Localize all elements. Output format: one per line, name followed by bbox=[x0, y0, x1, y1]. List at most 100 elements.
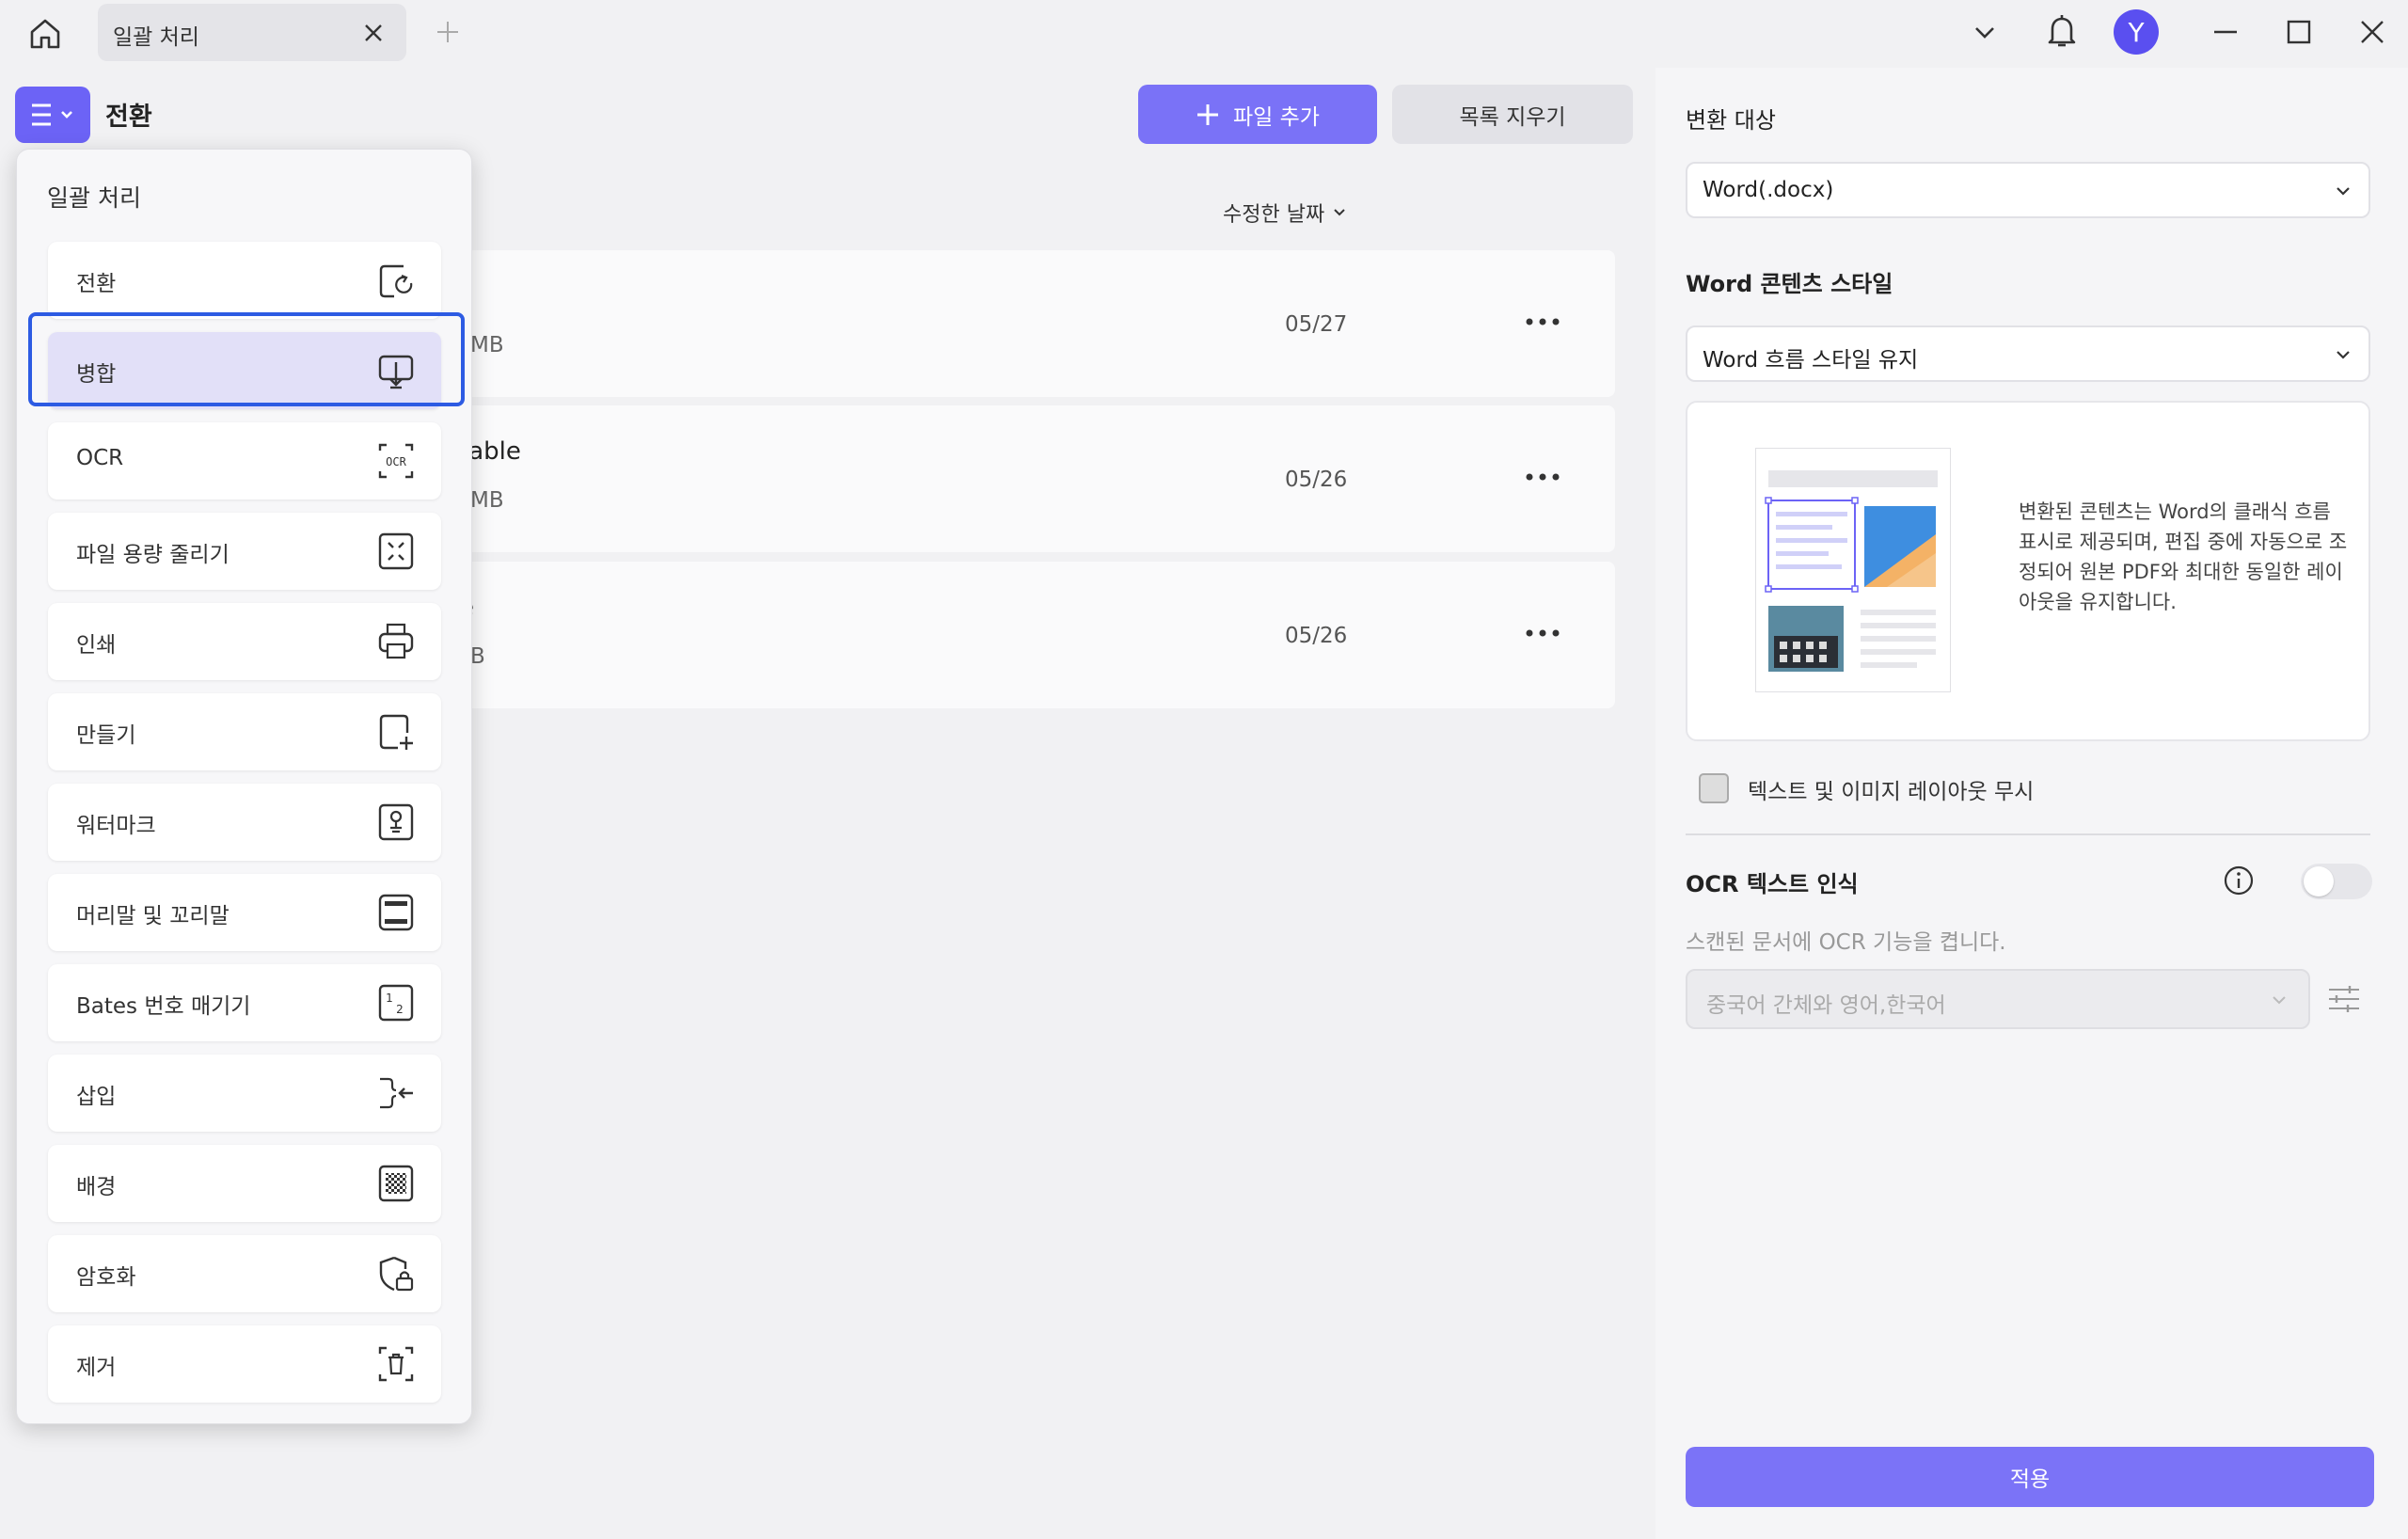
file-size: MB bbox=[470, 333, 504, 357]
header-footer-icon bbox=[378, 894, 414, 931]
tab-batch-processing[interactable]: 일괄 처리 bbox=[98, 4, 406, 61]
home-icon[interactable] bbox=[21, 11, 70, 56]
menu-toggle-button[interactable] bbox=[15, 87, 90, 143]
encrypt-icon bbox=[379, 1256, 414, 1292]
menu-item-label: 인쇄 bbox=[76, 633, 117, 658]
menu-item-label: OCR bbox=[76, 446, 124, 470]
chevron-down-icon bbox=[2337, 187, 2350, 196]
page-title: 전환 bbox=[105, 103, 152, 132]
apply-button[interactable]: 적용 bbox=[1686, 1447, 2374, 1507]
menu-item-label: Bates 번호 매기기 bbox=[76, 994, 251, 1019]
tab-label: 일괄 처리 bbox=[113, 25, 199, 50]
svg-text:OCR: OCR bbox=[386, 455, 406, 468]
menu-heading: 일괄 처리 bbox=[47, 184, 141, 212]
file-date: 05/27 bbox=[1285, 312, 1348, 337]
ocr-language-value: 중국어 간체와 영어,한국어 bbox=[1706, 993, 1946, 1018]
menu-item-background[interactable]: 배경 bbox=[48, 1145, 441, 1222]
svg-text:2: 2 bbox=[396, 1003, 404, 1016]
target-format-select[interactable]: Word(.docx) bbox=[1686, 162, 2370, 218]
menu-item-ocr[interactable]: OCR OCR bbox=[48, 422, 441, 500]
menu-item-insert[interactable]: 삽입 bbox=[48, 1055, 441, 1132]
ignore-layout-checkbox[interactable] bbox=[1699, 773, 1729, 803]
menu-item-print[interactable]: 인쇄 bbox=[48, 603, 441, 680]
remove-icon bbox=[378, 1346, 414, 1382]
add-file-button[interactable]: 파일 추가 bbox=[1138, 85, 1377, 144]
close-tab-icon[interactable] bbox=[361, 21, 386, 45]
file-size: B bbox=[470, 644, 485, 669]
word-style-select[interactable]: Word 흐름 스타일 유지 bbox=[1686, 325, 2370, 382]
svg-text:1: 1 bbox=[386, 992, 393, 1005]
more-options-icon[interactable] bbox=[1520, 622, 1565, 644]
menu-item-convert[interactable]: 전환 bbox=[48, 242, 441, 319]
menu-item-label: 삽입 bbox=[76, 1085, 117, 1109]
menu-item-label: 암호화 bbox=[76, 1265, 136, 1290]
menu-item-label: 만들기 bbox=[76, 723, 136, 748]
file-size: MB bbox=[470, 488, 504, 513]
clear-list-button[interactable]: 목록 지우기 bbox=[1392, 85, 1633, 144]
menu-item-remove[interactable]: 제거 bbox=[48, 1325, 441, 1403]
chevron-down-icon bbox=[1334, 209, 1345, 216]
menu-item-create[interactable]: 만들기 bbox=[48, 693, 441, 770]
menu-item-header-footer[interactable]: 머리말 및 꼬리말 bbox=[48, 874, 441, 951]
sliders-icon[interactable] bbox=[2325, 980, 2363, 1018]
apply-label: 적용 bbox=[2009, 1468, 2051, 1492]
menu-item-label: 배경 bbox=[76, 1175, 117, 1199]
chevron-down-icon bbox=[2273, 996, 2286, 1005]
file-date: 05/26 bbox=[1285, 624, 1348, 648]
info-icon[interactable] bbox=[2222, 864, 2256, 897]
compress-icon bbox=[378, 532, 414, 570]
bates-icon: 12 bbox=[378, 984, 414, 1022]
chevron-down-icon bbox=[2337, 351, 2350, 359]
add-tab-icon[interactable] bbox=[431, 15, 465, 49]
target-format-value: Word(.docx) bbox=[1703, 178, 1834, 202]
ocr-icon: OCR bbox=[378, 443, 414, 479]
divider bbox=[1686, 833, 2370, 835]
menu-item-label: 워터마크 bbox=[76, 814, 156, 838]
ocr-toggle[interactable] bbox=[2301, 864, 2372, 899]
word-style-value: Word 흐름 스타일 유지 bbox=[1703, 348, 1919, 373]
sort-by-modified-date[interactable]: 수정한 날짜 bbox=[1223, 198, 1347, 228]
add-file-label: 파일 추가 bbox=[1233, 104, 1320, 130]
file-row[interactable]: . MB 05/27 bbox=[452, 250, 1615, 397]
menu-item-label: 전환 bbox=[76, 272, 117, 296]
convert-icon bbox=[379, 264, 413, 298]
target-format-label: 변환 대상 bbox=[1686, 107, 1776, 134]
background-icon bbox=[378, 1165, 414, 1202]
plus-icon bbox=[1197, 103, 1219, 125]
settings-panel: 변환 대상 Word(.docx) Word 콘텐츠 스타일 Word 흐름 스… bbox=[1656, 68, 2408, 1539]
selected-item-highlight bbox=[28, 312, 465, 406]
more-options-icon[interactable] bbox=[1520, 466, 1565, 488]
minimize-icon[interactable] bbox=[2207, 13, 2244, 51]
title-bar: 일괄 처리 Y bbox=[0, 0, 2408, 68]
menu-item-watermark[interactable]: 워터마크 bbox=[48, 784, 441, 861]
ocr-description: 스캔된 문서에 OCR 기능을 켭니다. bbox=[1686, 930, 2006, 955]
menu-item-label: 파일 용량 줄리기 bbox=[76, 543, 230, 567]
document-preview-illustration bbox=[1755, 448, 1951, 692]
menu-item-label: 머리말 및 꼬리말 bbox=[76, 904, 230, 928]
toggle-knob bbox=[2304, 866, 2334, 896]
ocr-title: OCR 텍스트 인식 bbox=[1686, 871, 1859, 897]
more-options-icon[interactable] bbox=[1520, 310, 1565, 333]
avatar[interactable]: Y bbox=[2114, 9, 2159, 55]
clear-list-label: 목록 지우기 bbox=[1459, 104, 1566, 130]
maximize-icon[interactable] bbox=[2280, 13, 2318, 51]
file-date: 05/26 bbox=[1285, 468, 1348, 492]
sort-label: 수정한 날짜 bbox=[1223, 203, 1325, 227]
print-icon bbox=[378, 623, 414, 659]
style-preview: 변환된 콘텐츠는 Word의 클래식 흐름 표시로 제공되며, 편집 중에 자동… bbox=[1686, 401, 2370, 741]
bell-icon[interactable] bbox=[2039, 9, 2084, 55]
menu-item-label: 제거 bbox=[76, 1356, 117, 1380]
ocr-language-select[interactable]: 중국어 간체와 영어,한국어 bbox=[1686, 969, 2310, 1029]
ignore-layout-label: 텍스트 및 이미지 레이아웃 무시 bbox=[1748, 780, 2035, 804]
create-icon bbox=[379, 714, 413, 750]
insert-icon bbox=[380, 1077, 413, 1109]
menu-item-encrypt[interactable]: 암호화 bbox=[48, 1235, 441, 1312]
file-row[interactable]: e B 05/26 bbox=[452, 562, 1615, 708]
chevron-down-icon[interactable] bbox=[1968, 15, 2002, 49]
word-style-label: Word 콘텐츠 스타일 bbox=[1686, 271, 1893, 297]
close-window-icon[interactable] bbox=[2353, 13, 2391, 51]
menu-item-compress[interactable]: 파일 용량 줄리기 bbox=[48, 513, 441, 590]
file-row[interactable]: table MB 05/26 bbox=[452, 405, 1615, 552]
menu-item-bates-numbering[interactable]: Bates 번호 매기기 12 bbox=[48, 964, 441, 1041]
watermark-icon bbox=[378, 803, 414, 841]
